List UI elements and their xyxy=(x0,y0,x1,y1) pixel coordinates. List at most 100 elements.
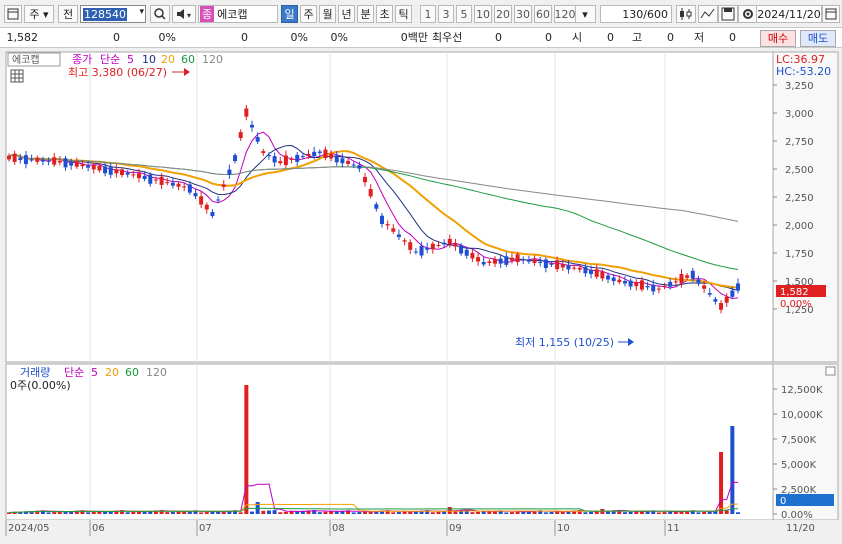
prev-button[interactable]: 전 xyxy=(58,5,78,23)
volume-ma20: 20 xyxy=(105,366,119,379)
search-icon[interactable] xyxy=(150,5,170,23)
volume-bar xyxy=(549,511,554,514)
volume-panel[interactable] xyxy=(5,363,774,521)
interval-tab[interactable]: 20 xyxy=(494,5,512,23)
stock-chart[interactable]: 3,2503,0002,7502,5002,2502,0001,7501,500… xyxy=(0,50,842,544)
period-tab[interactable]: 월 xyxy=(319,5,336,23)
candle-body xyxy=(368,189,373,197)
volume-bar xyxy=(504,512,509,514)
candle-body xyxy=(159,176,164,185)
candle-body xyxy=(103,166,108,174)
candle-body xyxy=(52,157,57,165)
candle-body xyxy=(447,238,452,245)
x-label: 07 xyxy=(199,523,212,534)
candle-body xyxy=(12,153,17,162)
sell-button[interactable]: 매도 xyxy=(800,30,836,47)
volume-bar xyxy=(238,512,243,514)
candle-body xyxy=(295,154,300,162)
collapse-icon[interactable] xyxy=(825,366,836,376)
volume-bar xyxy=(357,512,362,514)
candle-body xyxy=(69,161,74,166)
candle-body xyxy=(430,243,435,250)
period-tab[interactable]: 일 xyxy=(281,5,298,23)
candle-body xyxy=(329,153,334,159)
volume-tick-label: 7,500K xyxy=(781,435,817,446)
interval-tab[interactable]: 30 xyxy=(514,5,532,23)
gear-icon[interactable] xyxy=(738,5,758,23)
candle-body xyxy=(323,149,328,159)
candle-body xyxy=(250,124,254,128)
stock-name-field[interactable]: 종 에코캡 xyxy=(198,5,278,23)
interval-tab[interactable]: 1 xyxy=(420,5,436,23)
volume-bar xyxy=(634,511,639,514)
candle-type-icon[interactable] xyxy=(676,5,696,23)
low-value: 0 xyxy=(729,31,736,44)
candle-body xyxy=(713,299,718,302)
interval-tab[interactable]: 5 xyxy=(456,5,472,23)
candle-body xyxy=(685,275,690,278)
x-label: 2024/05 xyxy=(8,523,50,534)
period-tab[interactable]: 틱 xyxy=(395,5,412,23)
legend-ma60: 60 xyxy=(181,53,195,66)
volume-bar xyxy=(170,511,175,514)
svg-text:▾: ▾ xyxy=(187,11,191,20)
candle-body xyxy=(340,158,345,164)
candle-body xyxy=(617,279,622,283)
candle-body xyxy=(210,212,215,217)
candle-body xyxy=(91,165,96,170)
period-dropdown[interactable]: ▾ xyxy=(574,5,596,23)
candle-body xyxy=(193,193,198,197)
candle-body xyxy=(125,172,130,175)
stock-code-value: 128540 xyxy=(83,8,127,21)
volume-bar xyxy=(628,511,633,514)
period-tab[interactable]: 초 xyxy=(376,5,393,23)
candle-body xyxy=(425,247,430,250)
interval-tab[interactable]: 3 xyxy=(438,5,454,23)
interval-tab[interactable]: 10 xyxy=(474,5,492,23)
volume-bar xyxy=(329,511,334,514)
info-bar: 1,582 0 0% 0 0% 0% 0백만 최우선 0 0 시 0 고 0 저… xyxy=(0,28,842,48)
trend-line-icon[interactable] xyxy=(698,5,718,23)
market-select[interactable]: 주 ▾ xyxy=(24,5,54,23)
save-icon[interactable] xyxy=(718,5,738,23)
calendar-icon[interactable] xyxy=(822,5,840,23)
volume-bar xyxy=(707,511,712,514)
candle-body xyxy=(165,182,170,184)
candle-body xyxy=(730,290,735,297)
candle-body xyxy=(142,175,147,180)
volume-pct: 0% xyxy=(290,31,308,44)
speaker-icon[interactable]: ▾ xyxy=(172,5,196,23)
candle-body xyxy=(521,259,526,261)
high-note: 최고 3,380 (06/27) xyxy=(68,66,167,79)
interval-tab[interactable]: 60 xyxy=(534,5,552,23)
candle-body xyxy=(702,285,707,289)
candle-body xyxy=(131,174,136,176)
candle-body xyxy=(707,293,712,295)
candle-body xyxy=(622,281,627,284)
candle-body xyxy=(577,267,582,270)
interval-tab[interactable]: 120 xyxy=(554,5,576,23)
volume-bar xyxy=(165,512,170,514)
volume-bar xyxy=(351,512,356,514)
stock-code-input[interactable]: 128540 ▾ xyxy=(80,5,146,23)
chart-menu-icon[interactable] xyxy=(4,5,22,23)
candle-body xyxy=(312,151,317,156)
date-field[interactable]: 2024/11/20 xyxy=(756,5,822,23)
candle-body xyxy=(481,261,486,265)
period-tab[interactable]: 분 xyxy=(357,5,374,23)
count-value: 130 xyxy=(622,7,644,21)
candle-body xyxy=(442,242,447,245)
candle-body xyxy=(283,155,288,166)
volume-bar xyxy=(509,512,514,514)
candle-body xyxy=(221,184,226,187)
period-tab[interactable]: 년 xyxy=(338,5,355,23)
buy-button[interactable]: 매수 xyxy=(760,30,796,47)
candle-body xyxy=(645,286,650,288)
period-tab[interactable]: 주 xyxy=(300,5,317,23)
candle-body xyxy=(639,280,644,290)
volume-bar xyxy=(515,511,520,514)
candle-body xyxy=(114,169,119,174)
chevron-down-icon[interactable]: ▾ xyxy=(139,7,144,17)
count-field[interactable]: 130/600 xyxy=(600,5,672,23)
y-tick-label: 1,750 xyxy=(785,249,814,260)
